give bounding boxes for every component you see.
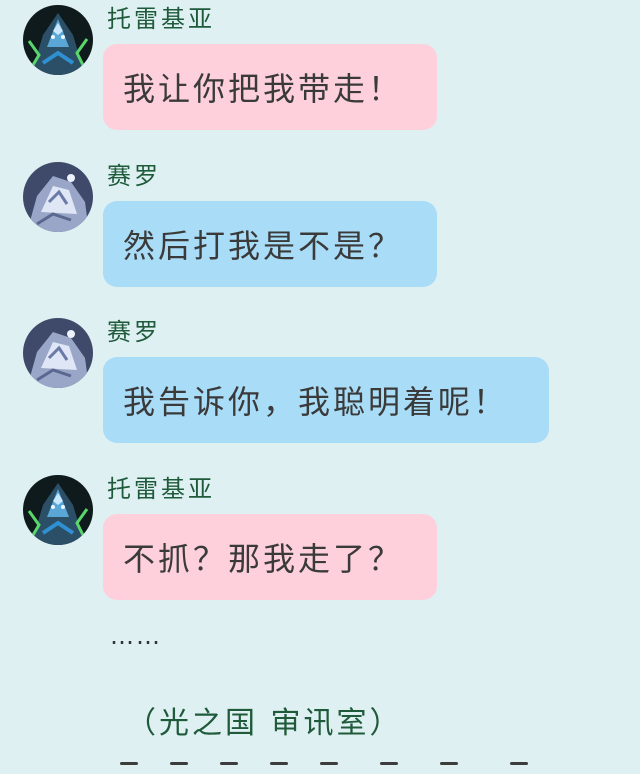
message-bubble[interactable]: 不抓？那我走了？ xyxy=(103,514,437,600)
avatar[interactable] xyxy=(23,5,93,75)
zero-avatar-icon xyxy=(23,162,93,232)
troikia-avatar-icon xyxy=(23,475,93,545)
sender-name: 赛罗 xyxy=(107,318,161,346)
zero-avatar-icon xyxy=(23,318,93,388)
message-bubble[interactable]: 我告诉你，我聪明着呢！ xyxy=(103,357,549,443)
avatar[interactable] xyxy=(23,475,93,545)
sender-name: 托雷基亚 xyxy=(107,5,215,33)
avatar[interactable] xyxy=(23,162,93,232)
avatar[interactable] xyxy=(23,318,93,388)
sender-name: 赛罗 xyxy=(107,162,161,190)
message-bubble[interactable]: 然后打我是不是？ xyxy=(103,201,437,287)
scene-note: （光之国 审讯室） xyxy=(126,706,403,741)
troikia-avatar-icon xyxy=(23,5,93,75)
ellipsis-text: …… xyxy=(110,622,162,650)
sender-name: 托雷基亚 xyxy=(107,475,215,503)
cut-off-text-line xyxy=(110,762,550,774)
message-bubble[interactable]: 我让你把我带走！ xyxy=(103,44,437,130)
